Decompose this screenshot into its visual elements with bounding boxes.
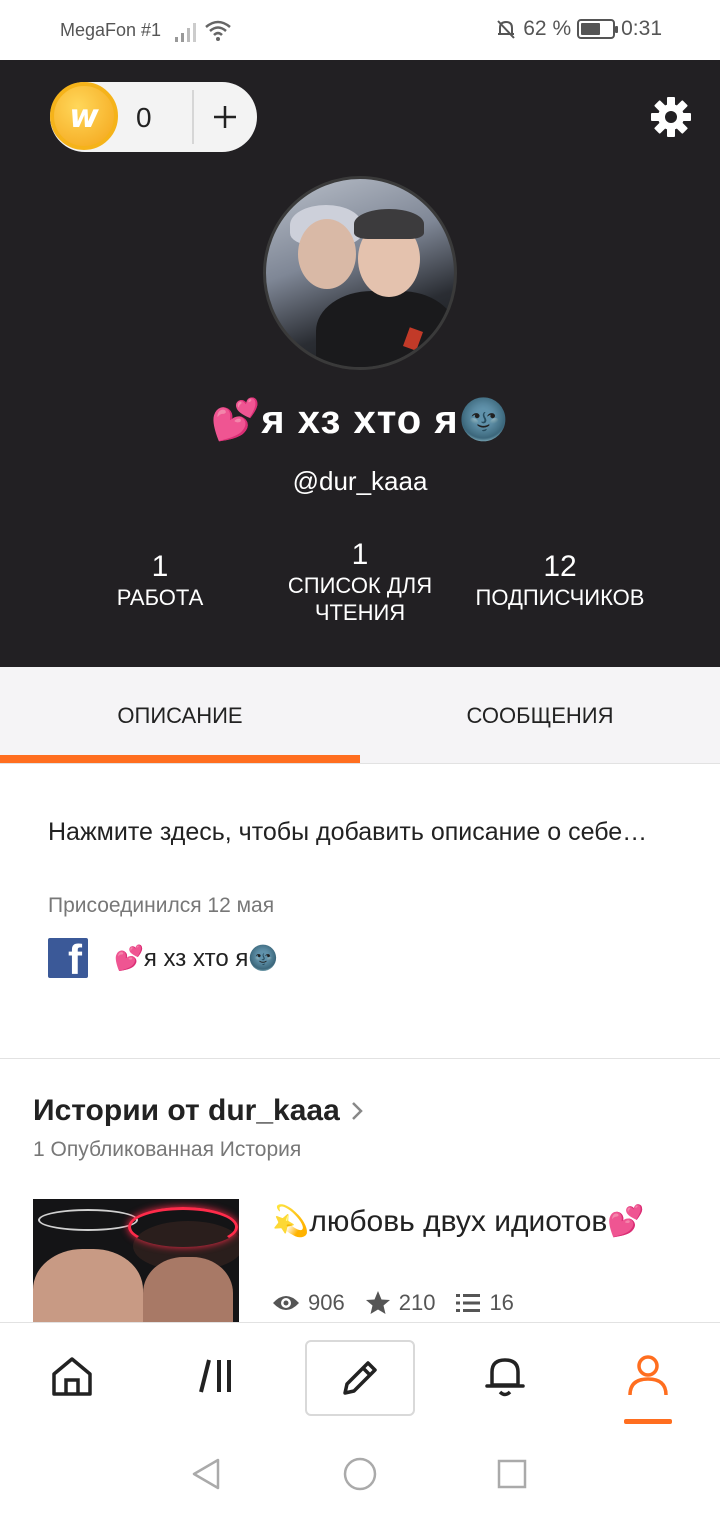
carrier-label: MegaFon #1: [60, 20, 162, 40]
stat-followers[interactable]: 12 ПОДПИСЧИКОВ: [450, 550, 670, 611]
status-bar: MegaFon #1 62 % 0:31: [0, 0, 720, 60]
tab-about[interactable]: ОПИСАНИЕ: [0, 667, 360, 764]
tab-messages[interactable]: СООБЩЕНИЯ: [360, 667, 720, 764]
home-circle-icon: [343, 1457, 377, 1491]
stat-reading-lists-value: 1: [351, 538, 369, 571]
facebook-name: 💕я хз хто я🌚: [114, 944, 279, 972]
stat-works-value: 1: [151, 550, 169, 583]
recents-square-icon: [497, 1459, 527, 1489]
section-divider: [0, 1058, 720, 1059]
profile-header: w 0 💕я хз хто я🌚 @dur_kaaa 1 РАБОТА 1 СП…: [0, 60, 720, 667]
plus-icon: [214, 106, 236, 128]
system-home-button[interactable]: [342, 1456, 378, 1492]
nav-active-indicator: [624, 1419, 672, 1424]
mute-bell-icon: [497, 20, 515, 39]
parts-stat: 16: [455, 1290, 514, 1316]
stat-works[interactable]: 1 РАБОТА: [50, 550, 270, 611]
bottom-nav: [0, 1322, 720, 1428]
stories-title: Истории от dur_kaaa: [33, 1094, 340, 1127]
joined-date: Присоединился 12 мая: [48, 894, 275, 917]
profile-icon: [628, 1355, 668, 1396]
profile-tabs: ОПИСАНИЕ СООБЩЕНИЯ: [0, 667, 720, 764]
battery-icon: [577, 19, 619, 39]
system-recents-button[interactable]: [494, 1456, 530, 1492]
home-icon: [52, 1357, 92, 1396]
library-icon: [199, 1359, 231, 1393]
avatar[interactable]: [263, 176, 457, 370]
stat-reading-lists[interactable]: 1 СПИСОК ДЛЯ ЧТЕНИЯ: [250, 538, 470, 626]
pencil-icon: [343, 1361, 377, 1395]
coin-divider: [192, 90, 194, 144]
nav-profile[interactable]: [593, 1323, 703, 1429]
chevron-right-icon: [351, 1102, 363, 1120]
stat-followers-label: ПОДПИСЧИКОВ: [475, 585, 645, 610]
stat-followers-value: 12: [543, 550, 577, 583]
active-tab-indicator: [0, 755, 360, 763]
facebook-icon: f: [48, 938, 88, 978]
votes-count: 210: [398, 1290, 436, 1315]
reads-count: 906: [308, 1290, 345, 1315]
stories-count: 1 Опубликованная История: [33, 1138, 302, 1161]
coin-balance[interactable]: w 0: [50, 82, 257, 152]
eye-icon: [273, 1296, 299, 1310]
battery-percent: 62 %: [523, 17, 572, 40]
stat-works-label: РАБОТА: [116, 585, 204, 610]
display-name: 💕я хз хто я🌚: [210, 398, 510, 442]
list-icon: [456, 1294, 481, 1312]
system-nav-bar: [0, 1428, 720, 1520]
nav-library[interactable]: [162, 1323, 272, 1429]
story-title[interactable]: 💫любовь двух идиотов💕: [272, 1202, 692, 1241]
clock: 0:31: [621, 17, 662, 40]
facebook-link[interactable]: f 💕я хз хто я🌚: [48, 938, 278, 978]
story-stats: 906 210 16: [272, 1290, 534, 1316]
parts-count: 16: [489, 1290, 514, 1315]
signal-icon: [175, 23, 196, 42]
nav-write[interactable]: [305, 1340, 415, 1416]
add-description-prompt[interactable]: Нажмите здесь, чтобы добавить описание о…: [48, 812, 668, 852]
wifi-icon: [205, 20, 231, 41]
coin-count: 0: [136, 102, 152, 133]
nav-home[interactable]: [17, 1323, 127, 1429]
stat-reading-lists-label: СПИСОК ДЛЯ ЧТЕНИЯ: [287, 573, 433, 625]
votes-stat: 210: [365, 1290, 436, 1316]
username: @dur_kaaa: [292, 466, 428, 496]
system-back-button[interactable]: [188, 1456, 224, 1492]
wattpad-coin-icon: w: [50, 82, 118, 150]
stories-header[interactable]: Истории от dur_kaaa: [33, 1094, 364, 1128]
gear-icon[interactable]: [650, 96, 692, 138]
status-right: 62 % 0:31: [495, 17, 662, 41]
nav-notifications[interactable]: [450, 1323, 560, 1429]
star-icon: [365, 1291, 390, 1314]
bell-icon: [485, 1358, 525, 1397]
reads-stat: 906: [272, 1290, 345, 1316]
add-coins-button[interactable]: [200, 90, 250, 144]
story-cover[interactable]: [33, 1199, 239, 1324]
back-triangle-icon: [192, 1458, 220, 1490]
